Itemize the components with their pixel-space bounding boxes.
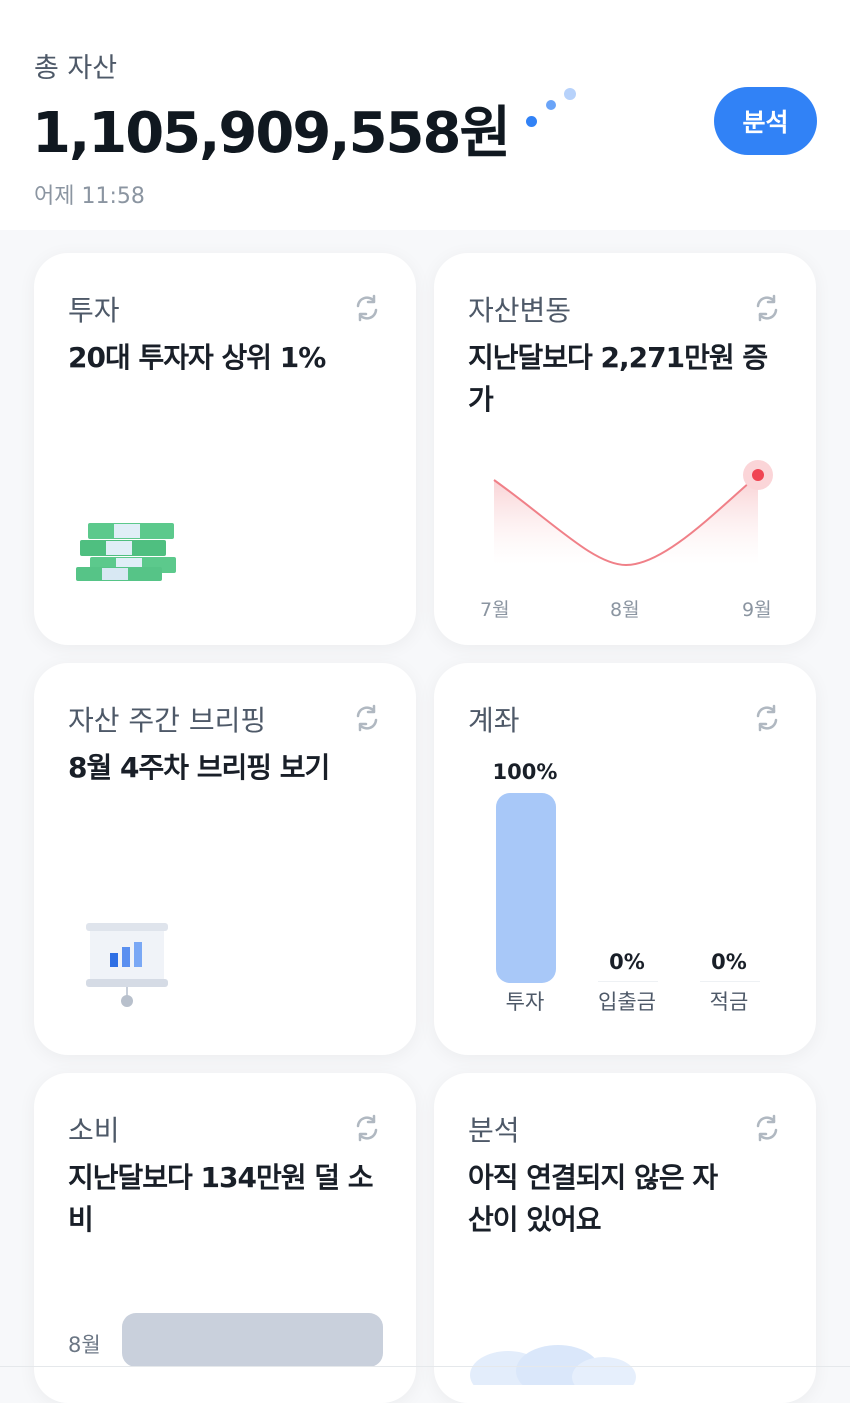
bar-label-invest: 투자	[505, 990, 545, 1014]
account-card[interactable]: 계좌 100% 투자 0% 입출금 0% 적금	[434, 663, 816, 1055]
card-headline: 아직 연결되지 않은 자산이 있어요	[468, 1161, 718, 1236]
asset-trend-chart	[493, 460, 773, 567]
presentation-board-icon	[86, 923, 168, 1007]
invest-card[interactable]: 투자 20대 투자자 상위 1%	[34, 253, 416, 645]
bar-percent-deposit: 0%	[609, 950, 645, 974]
month-label: 8월	[610, 599, 640, 621]
card-headline: 지난달보다 2,271만원 증가	[468, 341, 768, 416]
refresh-icon[interactable]	[352, 703, 382, 733]
card-headline: 20대 투자자 상위 1%	[68, 341, 326, 374]
card-title: 분석	[468, 1114, 520, 1147]
trend-end-point	[752, 469, 764, 481]
bottom-divider	[0, 1366, 850, 1367]
total-asset-label: 총 자산	[34, 53, 118, 84]
card-title: 투자	[68, 294, 120, 327]
bar-invest	[496, 793, 556, 983]
weekly-briefing-card[interactable]: 자산 주간 브리핑 8월 4주차 브리핑 보기	[34, 663, 416, 1055]
refresh-icon[interactable]	[752, 293, 782, 323]
total-asset-value: 1,105,909,558원	[32, 101, 511, 166]
asset-change-card[interactable]: 자산변동 지난달보다 2,271만원 증가 7월 8월 9월	[434, 253, 816, 645]
card-title: 자산변동	[468, 294, 572, 327]
bar-savings-baseline	[700, 981, 760, 982]
card-title: 계좌	[468, 704, 520, 737]
updated-time: 어제 11:58	[34, 184, 145, 209]
card-title: 자산 주간 브리핑	[68, 704, 267, 737]
month-label: 9월	[742, 599, 772, 621]
refresh-icon[interactable]	[752, 703, 782, 733]
analysis-button[interactable]: 분석	[714, 87, 817, 155]
refresh-icon[interactable]	[352, 1113, 382, 1143]
card-headline: 8월 4주차 브리핑 보기	[68, 751, 330, 784]
cloud-icon	[470, 1345, 636, 1385]
bar-label-deposit: 입출금	[598, 990, 656, 1014]
month-label: 7월	[480, 599, 510, 621]
bar-label-savings: 적금	[709, 990, 749, 1014]
spending-bar	[122, 1313, 383, 1367]
asset-summary: 총 자산 1,105,909,558원 어제 11:58 분석	[0, 0, 850, 230]
bar-percent-savings: 0%	[711, 950, 747, 974]
money-stack-icon	[76, 523, 176, 581]
bar-percent-invest: 100%	[492, 760, 558, 784]
bar-deposit-baseline	[598, 981, 658, 982]
loading-dots-icon	[520, 86, 580, 136]
analysis-card[interactable]: 분석 아직 연결되지 않은 자산이 있어요	[434, 1073, 816, 1403]
spending-card[interactable]: 소비 지난달보다 134만원 덜 소비 8월	[34, 1073, 416, 1403]
refresh-icon[interactable]	[352, 293, 382, 323]
trend-area	[494, 475, 758, 565]
card-title: 소비	[68, 1114, 120, 1147]
card-headline: 지난달보다 134만원 덜 소비	[68, 1161, 374, 1236]
spending-month-label: 8월	[68, 1333, 101, 1357]
refresh-icon[interactable]	[752, 1113, 782, 1143]
